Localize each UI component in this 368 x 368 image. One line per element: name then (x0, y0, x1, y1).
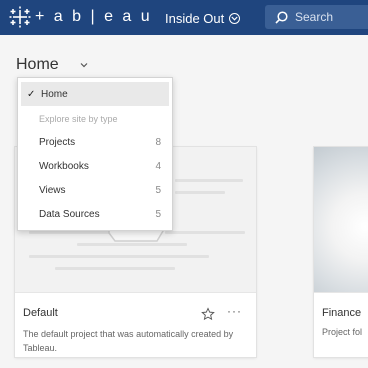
more-actions-icon[interactable]: ··· (227, 305, 242, 317)
menu-item-label: Data Sources (39, 208, 100, 220)
menu-item-label: Workbooks (39, 160, 89, 172)
menu-item-data-sources[interactable]: Data Sources 5 (21, 202, 169, 226)
menu-item-count: 5 (155, 208, 161, 220)
checkmark-icon: ✓ (27, 88, 36, 100)
card-divider (15, 292, 256, 293)
card-description: Project fol (322, 327, 363, 337)
menu-item-count: 5 (155, 184, 161, 196)
top-nav-bar: + a b | e a u Inside Out Search (0, 0, 368, 35)
star-icon[interactable] (201, 307, 215, 321)
project-card-finance[interactable]: Finance Project fol (314, 147, 368, 357)
search-placeholder: Search (295, 10, 334, 24)
card-title[interactable]: Default (23, 307, 58, 319)
tableau-logo-icon (9, 6, 31, 28)
card-divider (314, 292, 368, 293)
search-icon (275, 10, 288, 24)
site-switcher[interactable]: Inside Out (165, 9, 241, 27)
site-name: Inside Out (165, 10, 225, 26)
search-input[interactable]: Search (265, 5, 368, 29)
menu-item-count: 8 (155, 136, 161, 148)
card-description: The default project that was automatical… (23, 329, 234, 353)
menu-item-projects[interactable]: Projects 8 (21, 130, 169, 154)
menu-item-label: Views (39, 184, 66, 196)
menu-section-label: Explore site by type (39, 114, 118, 124)
logo-wordmark: + a b | e a u (35, 8, 153, 25)
chevron-down-icon (229, 12, 241, 24)
menu-item-views[interactable]: Views 5 (21, 178, 169, 202)
menu-item-count: 4 (155, 160, 161, 172)
menu-item-label: Home (41, 88, 68, 100)
menu-item-workbooks[interactable]: Workbooks 4 (21, 154, 169, 178)
home-dropdown-menu: ✓ Home Explore site by type Projects 8 W… (17, 77, 173, 231)
page-title[interactable]: Home (16, 56, 59, 74)
card-title[interactable]: Finance (322, 307, 361, 319)
tableau-logo[interactable]: + a b | e a u (9, 6, 152, 28)
menu-item-home[interactable]: ✓ Home (21, 82, 169, 106)
chevron-down-icon[interactable] (79, 60, 89, 70)
menu-item-label: Projects (39, 136, 76, 148)
project-thumbnail (314, 147, 368, 292)
